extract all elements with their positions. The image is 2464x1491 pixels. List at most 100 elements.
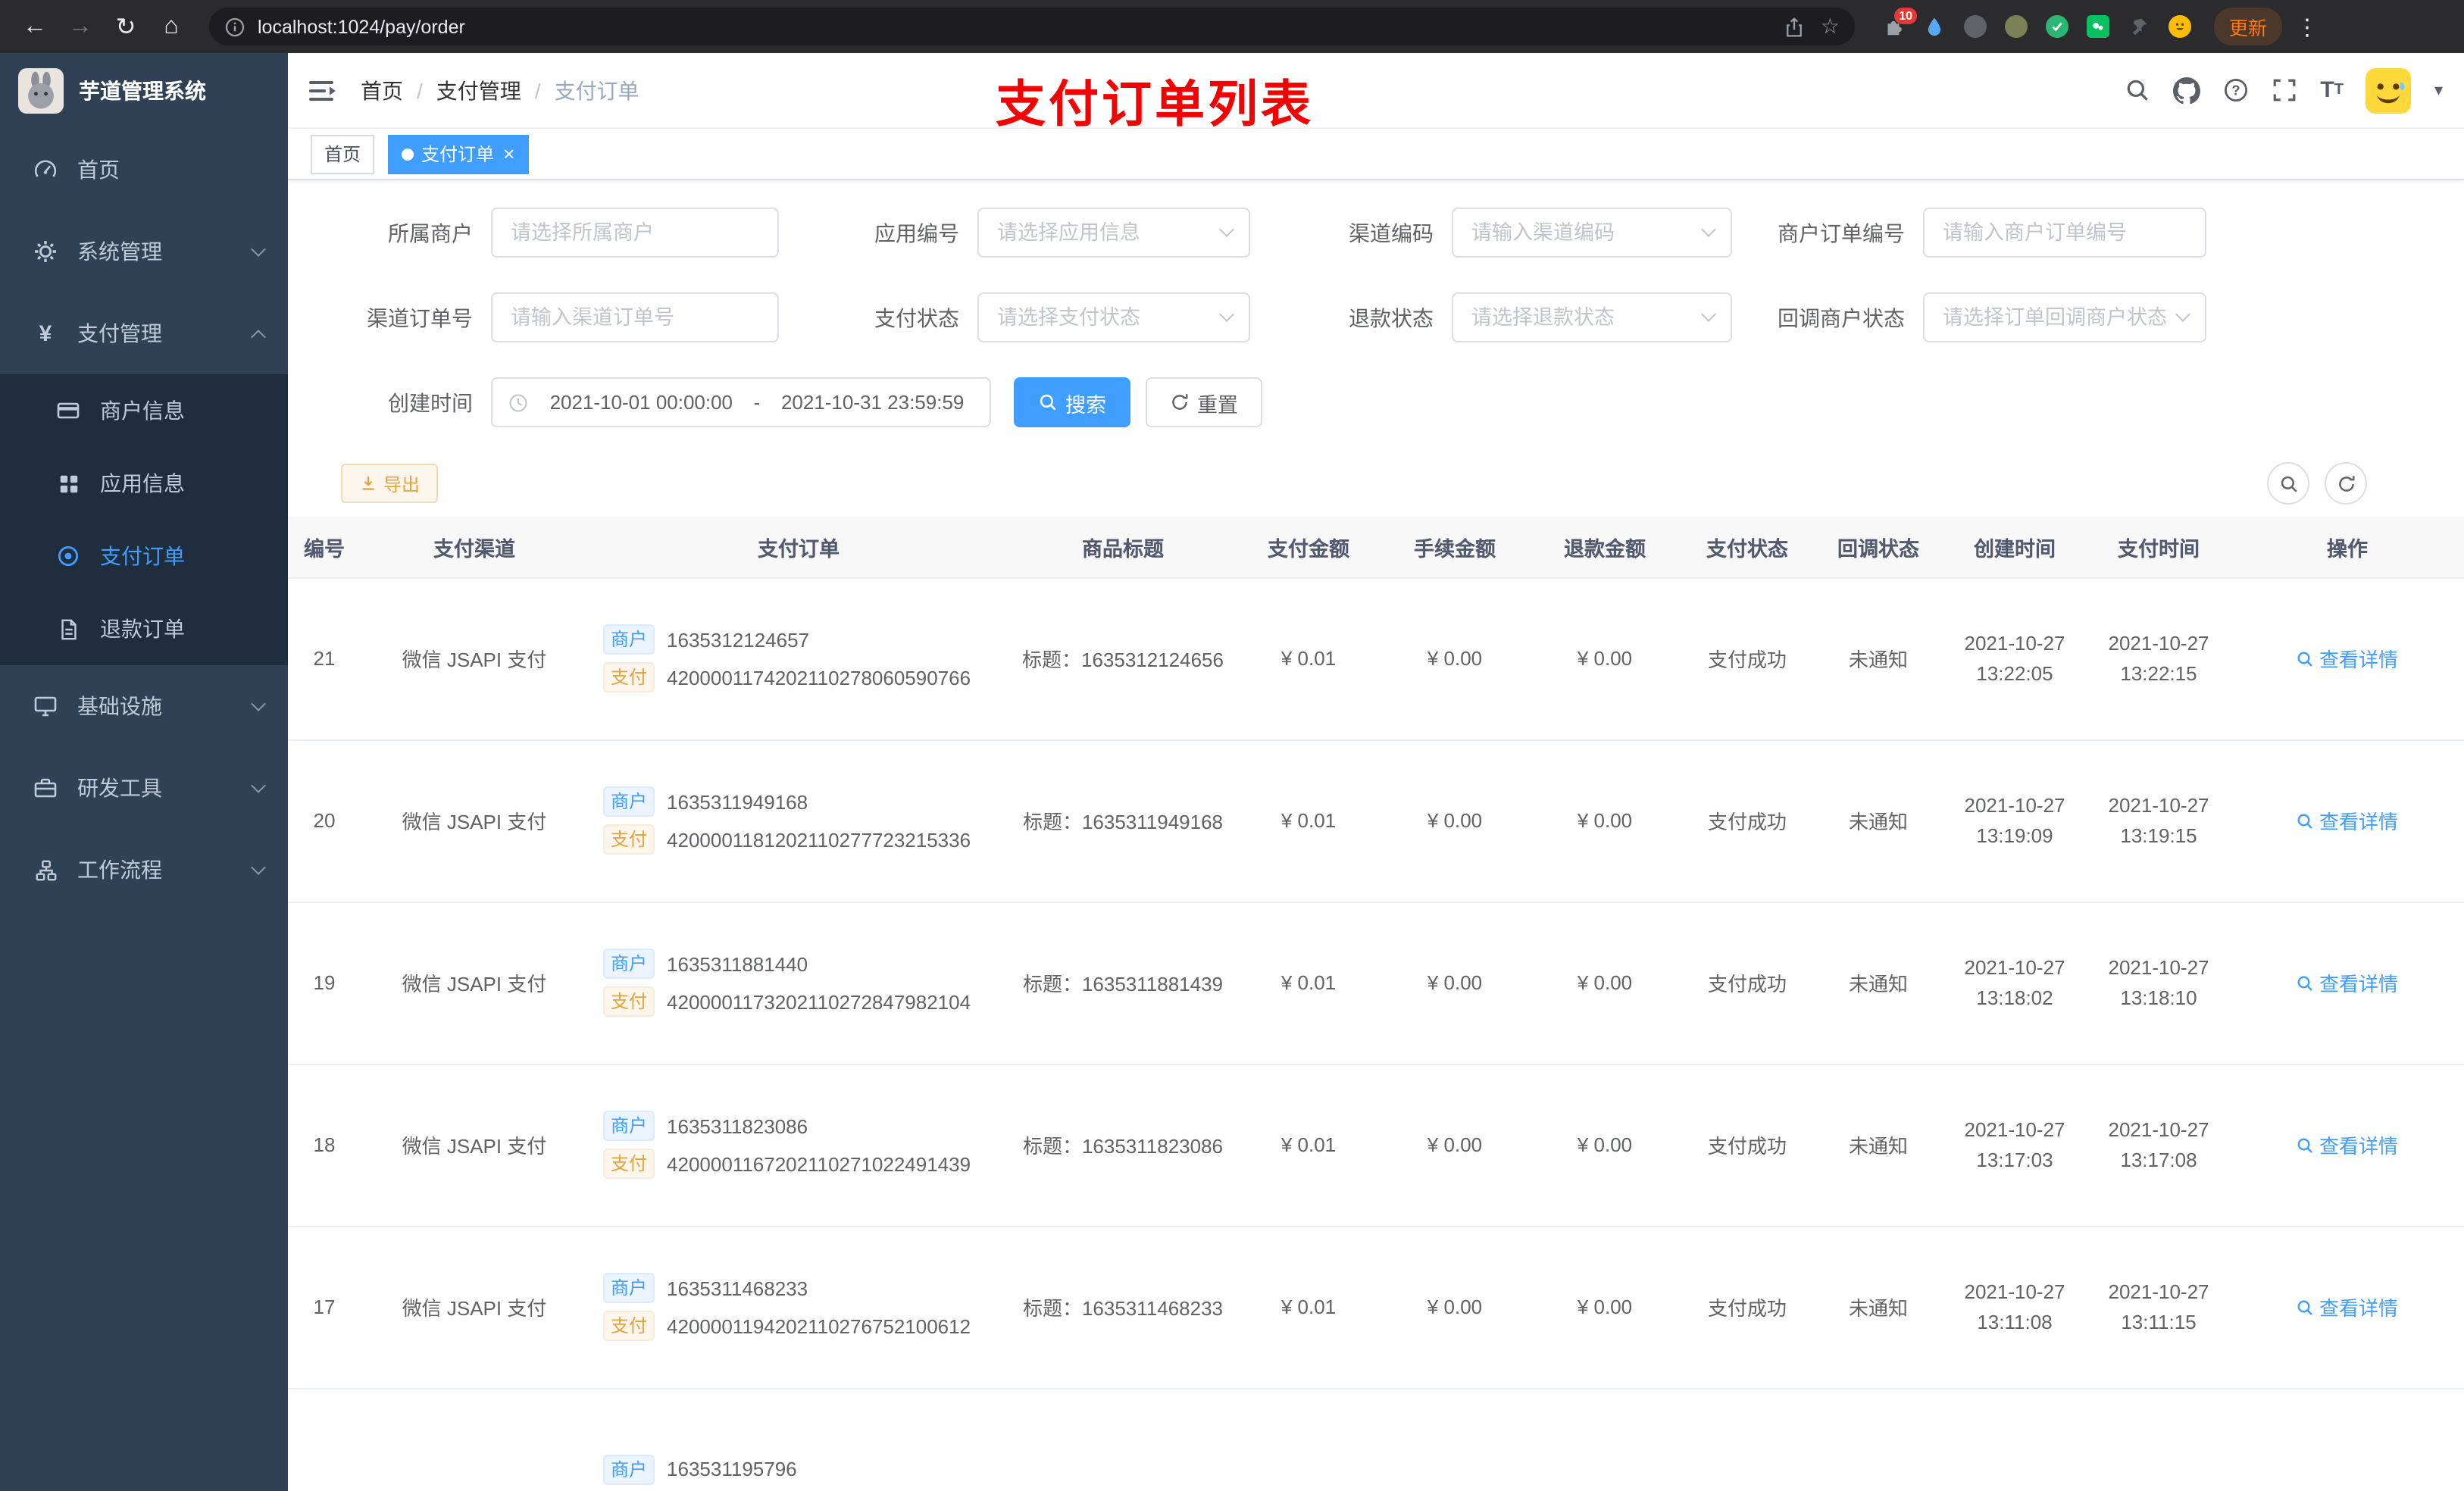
green-square-extension-icon[interactable]: [2084, 13, 2111, 40]
smiley-extension-icon[interactable]: [2165, 13, 2193, 40]
view-detail-link[interactable]: 查看详情: [2297, 1130, 2398, 1159]
credit-card-icon: [56, 399, 80, 423]
product-title-cell: [1009, 1388, 1237, 1491]
reset-button-label: 重置: [1197, 393, 1238, 416]
olive-extension-icon[interactable]: [2002, 13, 2029, 40]
create-time-filter-label: 创建时间: [388, 390, 473, 414]
address-bar[interactable]: localhost:1024/pay/order ☆: [209, 8, 1855, 45]
caret-down-icon[interactable]: ▾: [2434, 80, 2443, 100]
text-size-icon[interactable]: TT: [2320, 77, 2344, 103]
view-detail-link[interactable]: 查看详情: [2297, 644, 2398, 673]
col-pay-channel: 支付渠道: [361, 517, 588, 578]
export-button-label: 导出: [383, 474, 421, 495]
browser-menu-icon[interactable]: ⋮: [2288, 13, 2326, 40]
hide-search-icon-button[interactable]: [2267, 462, 2309, 505]
merchant-filter-input[interactable]: [492, 209, 777, 256]
sidebar-item-label: 商户信息: [100, 399, 185, 423]
browser-forward-button[interactable]: →: [61, 7, 100, 46]
user-avatar[interactable]: [2366, 67, 2412, 113]
pay-amount-cell: ¥ 0.01: [1237, 1226, 1381, 1389]
pay-channel-cell: 微信 JSAPI 支付: [361, 739, 588, 902]
col-create-time: 创建时间: [1943, 517, 2087, 578]
view-detail-link[interactable]: 查看详情: [2297, 968, 2398, 997]
search-button[interactable]: 搜索: [1014, 377, 1130, 427]
product-title-cell: 标题：1635312124656: [1009, 577, 1237, 740]
search-icon[interactable]: [2125, 77, 2150, 103]
view-detail-link[interactable]: 查看详情: [2297, 806, 2398, 835]
extensions-puzzle-icon[interactable]: 10: [1879, 7, 1917, 40]
tab-pay-order[interactable]: 支付订单 ×: [388, 134, 529, 173]
notify-status-cell: [1814, 1388, 1943, 1491]
channel-code-filter-select[interactable]: [1453, 209, 1731, 256]
pay-status-cell: 支付成功: [1681, 1064, 1814, 1227]
browser-back-button[interactable]: ←: [15, 7, 55, 46]
action-cell: 查看详情: [2231, 902, 2464, 1064]
channel-pay-line: 支付 4200001173202110272847982104: [603, 986, 1009, 1017]
reset-button[interactable]: 重置: [1146, 377, 1262, 427]
check-extension-icon[interactable]: [2043, 13, 2070, 40]
drop-extension-icon[interactable]: [1920, 13, 1947, 40]
product-title-cell: 标题：1635311468233: [1009, 1226, 1237, 1389]
create-time-range-picker[interactable]: 2021-10-01 00:00:00 - 2021-10-31 23:59:5…: [491, 377, 991, 427]
bookmark-star-icon[interactable]: ☆: [1821, 14, 1840, 39]
order-id-cell: 17: [288, 1226, 361, 1389]
share-icon[interactable]: [1784, 16, 1806, 37]
fullscreen-icon[interactable]: [2272, 77, 2297, 103]
app-window: 芋道管理系统 首页 系统管理 ¥ 支付管理 商户信息 应用信息 支付订单 退款订…: [0, 53, 2464, 1491]
sidebar-item-dev-tools[interactable]: 研发工具: [0, 747, 288, 829]
export-button[interactable]: 导出: [341, 464, 439, 503]
callback-status-filter-select[interactable]: [1925, 294, 2205, 341]
hamburger-icon[interactable]: [309, 78, 336, 102]
active-dot: [402, 148, 414, 160]
search-button-label: 搜索: [1065, 393, 1106, 416]
range-separator: -: [753, 391, 761, 414]
view-detail-link[interactable]: 查看详情: [2297, 1293, 2398, 1321]
sidebar-item-pay-order[interactable]: 支付订单: [0, 520, 288, 592]
app-title: 芋道管理系统: [79, 79, 206, 103]
pin-extension-icon[interactable]: [2125, 13, 2152, 40]
col-refund-amount: 退款金额: [1529, 517, 1681, 578]
sidebar-item-app-info[interactable]: 应用信息: [0, 447, 288, 520]
refresh-icon-button[interactable]: [2325, 462, 2367, 505]
breadcrumb-home[interactable]: 首页: [361, 75, 403, 105]
site-info-icon[interactable]: [224, 16, 245, 37]
pay-channel-cell: 微信 JSAPI 支付: [361, 902, 588, 1064]
channel-pay-line: 支付 4200001167202110271022491439: [603, 1149, 1009, 1179]
gray-extension-icon[interactable]: [1961, 13, 1988, 40]
close-icon[interactable]: ×: [503, 142, 514, 165]
app-no-filter-select[interactable]: [979, 209, 1249, 256]
grid-icon: [56, 471, 80, 495]
help-icon[interactable]: ?: [2223, 77, 2249, 103]
tab-home[interactable]: 首页: [311, 134, 375, 173]
col-pay-amount: 支付金额: [1237, 517, 1381, 578]
sidebar-item-workflow[interactable]: 工作流程: [0, 829, 288, 911]
breadcrumb-current: 支付订单: [554, 78, 639, 102]
pay-amount-cell: ¥ 0.01: [1237, 1064, 1381, 1227]
pay-amount-cell: ¥ 0.01: [1237, 902, 1381, 1064]
sidebar-item-merchant-info[interactable]: 商户信息: [0, 374, 288, 447]
pay-amount-cell: ¥ 0.01: [1237, 739, 1381, 902]
browser-reload-button[interactable]: ↻: [106, 7, 145, 46]
sidebar-item-infrastructure[interactable]: 基础设施: [0, 665, 288, 747]
sidebar-item-home[interactable]: 首页: [0, 129, 288, 211]
merchant-order-no-filter-input[interactable]: [1925, 209, 2205, 256]
target-icon: [56, 544, 80, 568]
sidebar-item-label: 研发工具: [77, 776, 162, 800]
pay-status-filter-field: [977, 292, 1250, 342]
breadcrumb-section[interactable]: 支付管理: [436, 75, 521, 105]
browser-home-button[interactable]: ⌂: [152, 7, 191, 46]
sidebar-item-system[interactable]: 系统管理: [0, 211, 288, 292]
merchant-order-line: 商户 1635311823086: [603, 1111, 1009, 1141]
pay-status-filter-select[interactable]: [979, 294, 1249, 341]
pay-status-cell: 支付成功: [1681, 902, 1814, 1064]
browser-extensions: 10: [1879, 7, 2193, 40]
channel-order-no-filter-input[interactable]: [492, 294, 777, 341]
browser-update-button[interactable]: 更新: [2214, 8, 2283, 45]
fee-amount-cell: ¥ 0.00: [1381, 577, 1529, 740]
refund-status-filter-select[interactable]: [1453, 294, 1731, 341]
channel-pay-line: 支付 4200001194202110276752100612: [603, 1311, 1009, 1341]
github-icon[interactable]: [2173, 77, 2201, 104]
sidebar-item-payment[interactable]: ¥ 支付管理: [0, 292, 288, 374]
app-no-filter-field: [977, 208, 1250, 258]
sidebar-item-refund-order[interactable]: 退款订单: [0, 592, 288, 665]
